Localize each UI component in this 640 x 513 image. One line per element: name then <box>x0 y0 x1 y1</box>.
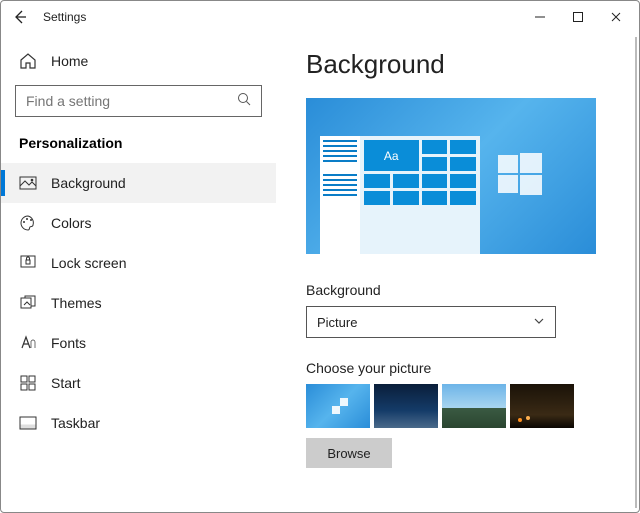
sidebar-item-label: Themes <box>51 295 102 311</box>
search-icon <box>237 92 251 111</box>
titlebar: Settings <box>1 1 639 33</box>
themes-icon <box>19 294 37 312</box>
fonts-icon <box>19 334 37 352</box>
preview-desktop-mock: Aa <box>320 136 480 254</box>
sidebar-item-label: Lock screen <box>51 255 126 271</box>
sidebar-item-label: Colors <box>51 215 91 231</box>
sidebar-item-fonts[interactable]: Fonts <box>1 323 276 363</box>
picture-thumb-2[interactable] <box>374 384 438 428</box>
background-type-dropdown[interactable]: Picture <box>306 306 556 338</box>
start-icon <box>19 374 37 392</box>
picture-thumb-1[interactable] <box>306 384 370 428</box>
picture-icon <box>19 174 37 192</box>
picture-thumb-3[interactable] <box>442 384 506 428</box>
taskbar-icon <box>19 414 37 432</box>
close-button[interactable] <box>597 2 635 32</box>
main-panel: Background Aa <box>276 33 639 512</box>
palette-icon <box>19 214 37 232</box>
home-label: Home <box>51 53 88 69</box>
home-icon <box>19 52 37 70</box>
search-input[interactable] <box>26 93 237 109</box>
scrollbar[interactable] <box>635 37 637 508</box>
sidebar-item-lockscreen[interactable]: Lock screen <box>1 243 276 283</box>
sidebar-item-label: Taskbar <box>51 415 100 431</box>
minimize-button[interactable] <box>521 2 559 32</box>
sidebar-item-label: Start <box>51 375 81 391</box>
window-title: Settings <box>43 10 86 24</box>
search-input-wrap[interactable] <box>15 85 262 117</box>
page-title: Background <box>306 49 615 80</box>
lockscreen-icon <box>19 254 37 272</box>
picture-thumbnails <box>306 384 615 428</box>
sidebar-item-taskbar[interactable]: Taskbar <box>1 403 276 443</box>
sidebar-item-start[interactable]: Start <box>1 363 276 403</box>
sidebar-item-background[interactable]: Background <box>1 163 276 203</box>
sidebar: Home Personalization Background Colors L… <box>1 33 276 512</box>
browse-button[interactable]: Browse <box>306 438 392 468</box>
dropdown-value: Picture <box>317 315 357 330</box>
background-label: Background <box>306 282 615 298</box>
maximize-button[interactable] <box>559 2 597 32</box>
preview-sample-text: Aa <box>364 140 419 171</box>
sidebar-item-label: Background <box>51 175 126 191</box>
picture-thumb-4[interactable] <box>510 384 574 428</box>
back-button[interactable] <box>5 2 35 32</box>
choose-picture-label: Choose your picture <box>306 360 615 376</box>
home-link[interactable]: Home <box>1 43 276 79</box>
chevron-down-icon <box>533 315 545 330</box>
background-preview: Aa <box>306 98 596 254</box>
windows-logo-icon <box>498 153 542 197</box>
sidebar-item-colors[interactable]: Colors <box>1 203 276 243</box>
sidebar-item-themes[interactable]: Themes <box>1 283 276 323</box>
sidebar-item-label: Fonts <box>51 335 86 351</box>
category-title: Personalization <box>1 131 276 163</box>
